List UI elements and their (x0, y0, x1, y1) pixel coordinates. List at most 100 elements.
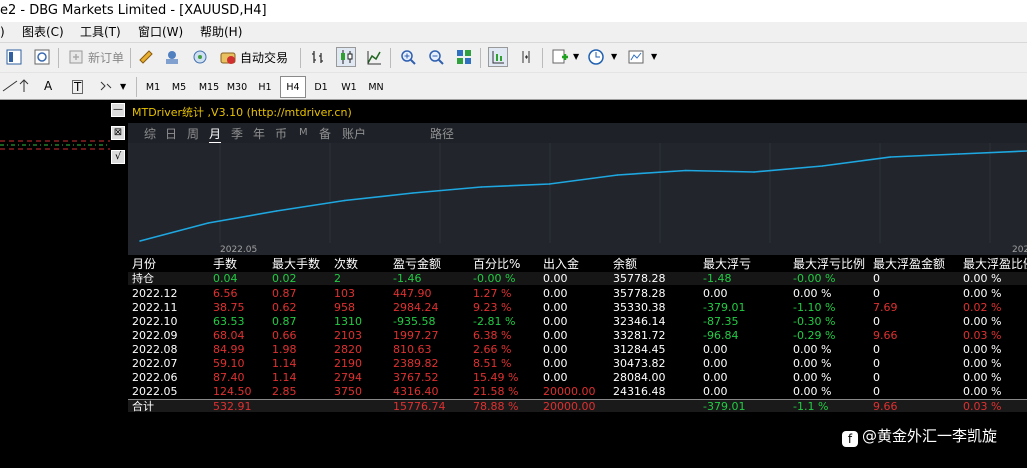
equity-point (889, 156, 892, 158)
new-order-button[interactable]: 新订单 (88, 43, 124, 73)
watermark: f @黄金外汇一李凯旋 (842, 425, 997, 447)
column-header: 盈亏金额 (393, 257, 442, 271)
zoom-out-icon[interactable] (426, 47, 446, 67)
menu-item-window[interactable]: 窗口(W) (138, 22, 183, 42)
panel-minimize-button[interactable]: — (111, 103, 125, 117)
table-cell: 4316.40 (393, 385, 439, 398)
row-month: 2022.08 (132, 343, 178, 356)
equity-point (957, 153, 960, 155)
table-cell: 15.49 % (473, 371, 519, 384)
chevron-down-icon[interactable]: ▼ (120, 82, 126, 91)
table-cell: 20000.00 (543, 385, 596, 398)
table-cell: 0.00 % (963, 385, 1002, 398)
equity-line (139, 150, 1027, 242)
toolbar-separator (136, 77, 137, 97)
zoom-chart-icon[interactable] (32, 47, 52, 67)
table-row: 2022.12 6.56 0.87 103 447.90 1.27 % 0.00 35778.… (128, 287, 1027, 300)
table-cell: 0 (873, 315, 880, 328)
chart-shift-icon[interactable] (488, 47, 508, 67)
bar-chart-icon[interactable] (308, 47, 328, 67)
menu-item-help[interactable]: 帮助(H) (200, 22, 242, 42)
menu-item-charts[interactable]: 图表(C) (22, 22, 64, 42)
tab-quarterly[interactable]: 季 (231, 125, 243, 142)
text-label-button[interactable]: A (44, 72, 52, 100)
timeframe-d1[interactable]: D1 (310, 76, 332, 98)
tab-yearly[interactable]: 年 (253, 125, 265, 142)
table-cell: 0 (873, 357, 880, 370)
templates-icon[interactable] (626, 47, 646, 67)
table-cell: 68.04 (213, 329, 245, 342)
tab-currency[interactable]: 币 (275, 125, 287, 142)
timeframe-m15[interactable]: M15 (196, 76, 222, 98)
chevron-down-icon[interactable]: ▼ (573, 52, 579, 61)
column-header: 最大浮亏 (703, 257, 752, 271)
panel-confirm-button[interactable]: √ (111, 150, 125, 164)
timeframe-m5[interactable]: M5 (168, 76, 190, 98)
tab-overview[interactable]: 综 (144, 125, 156, 142)
table-row: 2022.08 84.99 1.98 2820 810.63 2.66 % 0.00 3128… (128, 343, 1027, 356)
periods-clock-icon[interactable] (586, 47, 606, 67)
timeframe-h1[interactable]: H1 (254, 76, 276, 98)
table-cell: 0 (873, 272, 880, 285)
zoom-in-icon[interactable] (398, 47, 418, 67)
toolbar-separator (58, 48, 59, 68)
table-cell: 87.40 (213, 371, 245, 384)
table-cell: 84.99 (213, 343, 245, 356)
table-cell: 2820 (334, 343, 362, 356)
tab-path[interactable]: 路径 (430, 125, 454, 142)
arrows-icon[interactable] (96, 76, 116, 96)
table-cell: 0.00 % (963, 315, 1002, 328)
table-cell: 0.04 (213, 272, 238, 285)
column-header: 出入金 (543, 257, 580, 271)
candlestick-icon[interactable] (336, 47, 356, 67)
total-row: 合计 532.91 15776.74 78.88 % 20000.00 -379.01 -1… (128, 399, 1027, 413)
tab-monthly[interactable]: 月 (209, 125, 222, 143)
tab-daily[interactable]: 日 (165, 125, 177, 142)
auto-trading-button[interactable]: 自动交易 (240, 43, 288, 73)
metaeditor-icon[interactable] (136, 47, 156, 67)
timeframe-w1[interactable]: W1 (338, 76, 360, 98)
tile-windows-icon[interactable] (454, 47, 474, 67)
timeframe-mn[interactable]: MN (364, 76, 388, 98)
table-cell: 2389.82 (393, 357, 439, 370)
signals-icon[interactable] (190, 47, 210, 67)
row-month: 2022.09 (132, 329, 178, 342)
table-cell: -379.01 (703, 400, 746, 413)
tab-m[interactable]: M (299, 127, 308, 138)
timeframe-m1[interactable]: M1 (142, 76, 164, 98)
timeframe-h4[interactable]: H4 (280, 76, 306, 98)
profiles-icon[interactable] (4, 47, 24, 67)
menu-item-tools[interactable]: 工具(T) (80, 22, 121, 42)
chevron-down-icon[interactable]: ▼ (651, 52, 657, 61)
table-cell: 0.02 % (963, 301, 1002, 314)
menu-item-file[interactable]: ) (0, 22, 5, 42)
arrow-up-icon[interactable] (14, 76, 34, 96)
column-header: 最大浮亏比例 (793, 257, 866, 271)
watermark-text: @黄金外汇一李凯旋 (862, 427, 998, 445)
column-header: 次数 (334, 257, 359, 271)
auto-trading-icon[interactable] (218, 47, 238, 67)
new-order-icon[interactable] (66, 47, 86, 67)
table-cell: -87.35 (703, 315, 739, 328)
tab-weekly[interactable]: 周 (187, 125, 199, 142)
table-cell: 2103 (334, 329, 362, 342)
toolbar-separator (480, 48, 481, 68)
navigator-icon[interactable] (162, 47, 182, 67)
indicators-icon[interactable] (550, 47, 570, 67)
table-cell: 8.51 % (473, 357, 512, 370)
tab-account[interactable]: 账户 (342, 125, 366, 142)
table-cell: 0.00 (543, 343, 568, 356)
toolbar-separator (390, 48, 391, 68)
equity-curve-svg: 2022.05 202 (139, 143, 1027, 255)
chevron-down-icon[interactable]: ▼ (611, 52, 617, 61)
autoscroll-icon[interactable] (516, 47, 536, 67)
table-cell: 0 (873, 385, 880, 398)
tab-notes[interactable]: 备 (319, 125, 331, 142)
timeframe-m30[interactable]: M30 (224, 76, 250, 98)
panel-close-button[interactable]: ⊠ (111, 126, 125, 140)
text-object-button[interactable]: T (72, 80, 84, 94)
line-chart-icon[interactable] (364, 47, 384, 67)
equity-point (343, 199, 346, 202)
table-cell: 0.00 (543, 329, 568, 342)
table-cell: 9.66 (873, 329, 898, 342)
